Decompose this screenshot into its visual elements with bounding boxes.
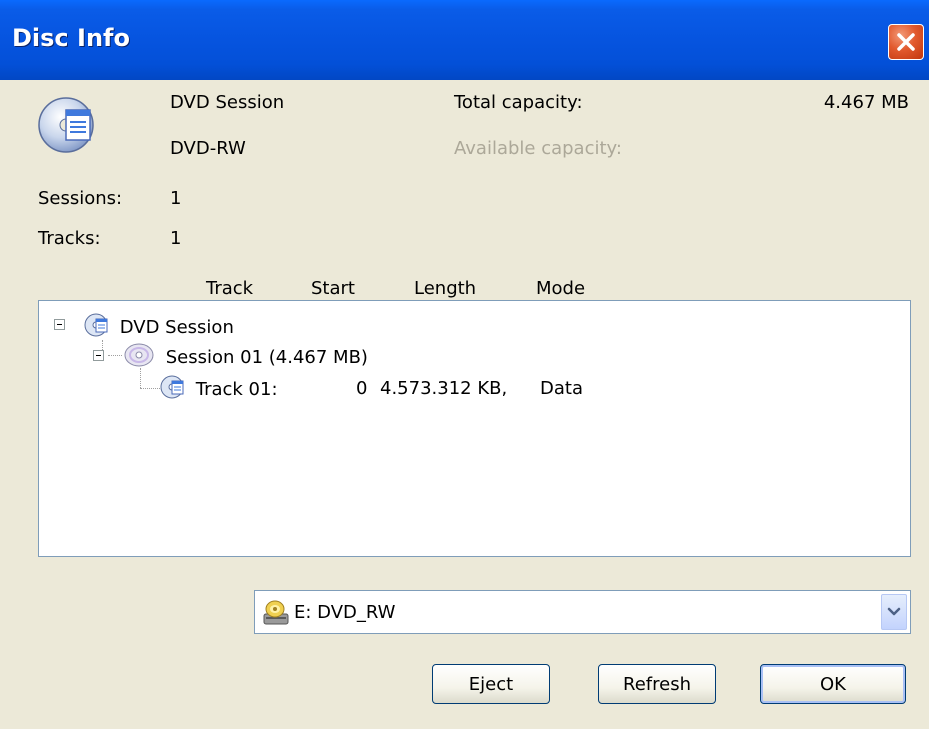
track-start: 0: [356, 378, 368, 399]
drive-icon: [262, 598, 292, 633]
total-capacity-value: 4.467 MB: [823, 92, 909, 113]
close-button[interactable]: [888, 24, 924, 60]
drive-dropdown-button[interactable]: [881, 594, 907, 630]
sessions-label: Sessions:: [38, 188, 123, 209]
track-length: 4.573.312 KB,: [380, 378, 508, 399]
available-capacity-label: Available capacity:: [454, 138, 622, 159]
track-icon: [160, 374, 186, 405]
total-capacity-label: Total capacity:: [454, 92, 583, 113]
column-header-length: Length: [414, 278, 477, 299]
column-header-start: Start: [311, 278, 355, 299]
track-node[interactable]: Track 01:: [160, 374, 278, 405]
title-bar[interactable]: Disc Info: [0, 0, 929, 80]
track-mode: Data: [540, 378, 583, 399]
column-header-mode: Mode: [536, 278, 586, 299]
window-title: Disc Info: [12, 24, 130, 52]
eject-button[interactable]: Eject: [432, 664, 550, 704]
drive-select-value: E: DVD_RW: [294, 602, 396, 623]
tree-connector: [140, 388, 162, 390]
dvd-session-icon: [84, 312, 110, 343]
session-node-label: Session 01 (4.467 MB): [165, 347, 368, 368]
tracks-label: Tracks:: [38, 228, 101, 249]
disc-media: DVD-RW: [170, 138, 246, 159]
collapse-session-button[interactable]: [93, 350, 104, 361]
refresh-button[interactable]: Refresh: [598, 664, 716, 704]
disc-type: DVD Session: [170, 92, 285, 113]
track-node-label: Track 01:: [195, 379, 278, 400]
cd-disc-icon: [122, 342, 154, 373]
tracks-value: 1: [170, 228, 182, 249]
disc-session-icon: [36, 92, 100, 161]
ok-button[interactable]: OK: [760, 664, 906, 704]
session-node[interactable]: Session 01 (4.467 MB): [122, 342, 368, 373]
root-node[interactable]: DVD Session: [84, 312, 234, 343]
chevron-down-icon: [887, 607, 901, 616]
root-node-label: DVD Session: [119, 317, 234, 338]
collapse-root-button[interactable]: [54, 319, 65, 330]
sessions-value: 1: [170, 188, 182, 209]
tree-connector: [108, 355, 122, 357]
close-icon: [897, 33, 915, 51]
column-header-track: Track: [206, 278, 254, 299]
